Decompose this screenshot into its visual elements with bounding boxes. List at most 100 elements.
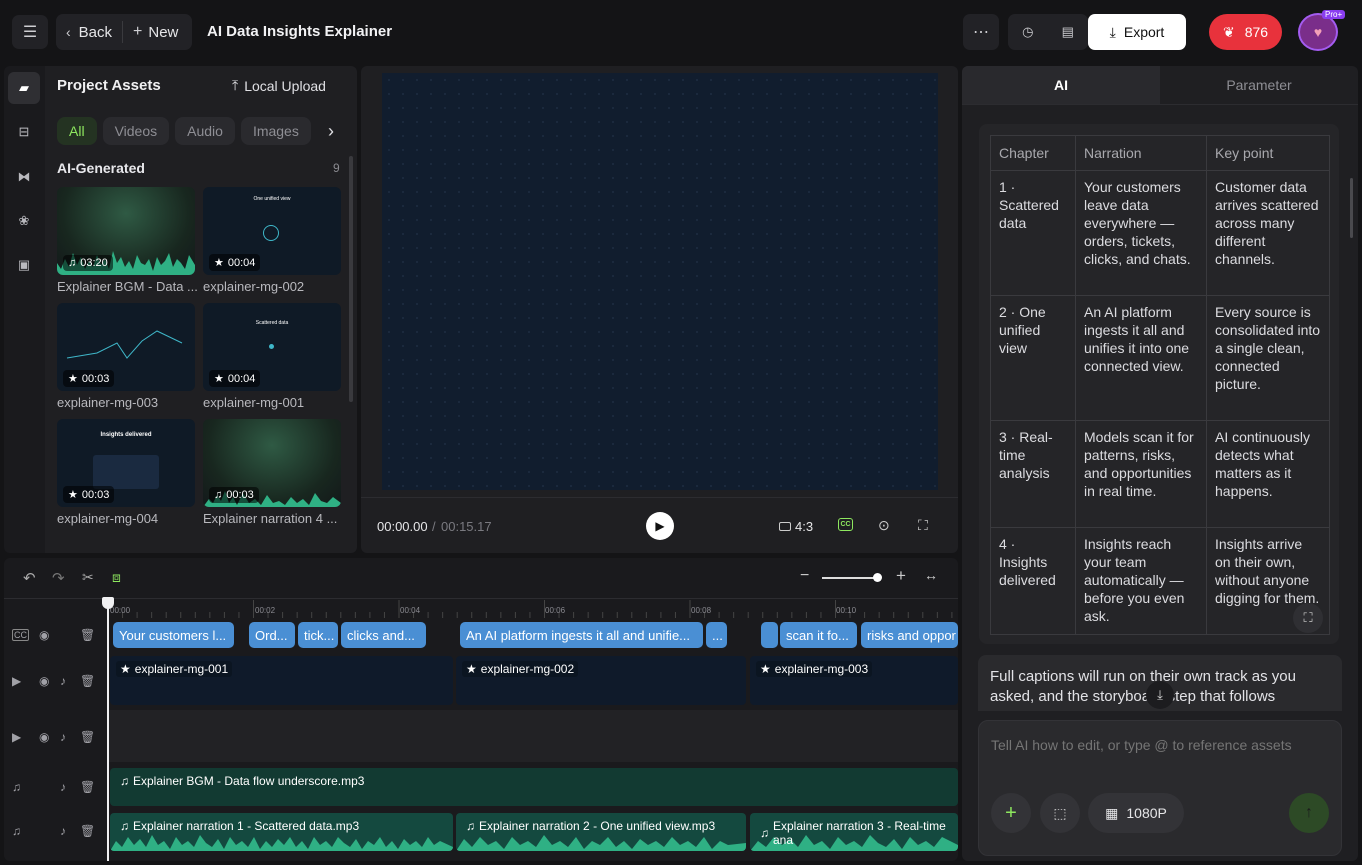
time-separator: / xyxy=(432,519,436,534)
volume-icon[interactable]: ♪ xyxy=(60,780,66,794)
snapshot-icon[interactable]: ⊙ xyxy=(878,517,890,534)
filter-bar: All Videos Audio Images xyxy=(57,117,317,145)
zoom-out-icon[interactable]: − xyxy=(800,567,809,585)
pro-badge: Pro+ xyxy=(1322,10,1346,19)
trash-icon[interactable]: 🗑 xyxy=(80,780,95,794)
select-asset-button[interactable]: ⬚ xyxy=(1040,793,1080,833)
tab-ai[interactable]: AI xyxy=(962,66,1160,104)
waveform xyxy=(456,835,746,851)
caption-clip[interactable]: ... xyxy=(706,622,727,648)
new-button[interactable]: New xyxy=(148,24,178,41)
credits-button[interactable]: ❦ 876 xyxy=(1209,14,1282,50)
narration-clip[interactable]: ♫ Explainer narration 2 - One unified vie… xyxy=(456,813,746,851)
table-header: Narration xyxy=(1075,135,1207,171)
caption-clip[interactable]: clicks and... xyxy=(341,622,426,648)
scrollbar[interactable] xyxy=(349,156,353,402)
chat-scrollbar[interactable] xyxy=(1350,178,1353,238)
inbox-icon[interactable]: ⊟ xyxy=(8,116,40,148)
trash-icon[interactable]: 🗑 xyxy=(80,628,95,642)
volume-icon[interactable]: ♪ xyxy=(60,824,66,838)
redo-icon[interactable]: ↷ xyxy=(52,569,65,587)
add-button[interactable]: + xyxy=(991,793,1031,833)
caption-clip[interactable]: risks and oppor xyxy=(861,622,958,648)
plus-icon[interactable]: + xyxy=(133,23,142,41)
asset-thumb[interactable]: Insights delivered ★ 00:03 xyxy=(57,419,195,507)
project-title: AI Data Insights Explainer xyxy=(207,23,393,40)
caption-clip[interactable]: An AI platform ingests it all and unifie… xyxy=(460,622,703,648)
history-icon[interactable]: ◷ ▤ xyxy=(1008,14,1088,50)
download-icon: ⤓ xyxy=(1109,23,1116,40)
filter-images[interactable]: Images xyxy=(240,117,311,145)
playhead[interactable] xyxy=(107,598,109,861)
volume-icon[interactable]: ♪ xyxy=(60,730,66,744)
text-image-icon[interactable]: ▣ xyxy=(8,249,40,281)
prompt-input[interactable] xyxy=(991,735,1331,755)
snap-icon[interactable]: ⧈ xyxy=(112,569,121,586)
bgm-clip[interactable]: ♫ Explainer BGM - Data flow underscore.mp… xyxy=(110,768,958,806)
expand-icon[interactable]: ⛶ xyxy=(1293,603,1323,633)
video-clip[interactable]: ★ explainer-mg-003 xyxy=(750,656,958,705)
resolution-button[interactable]: ▦ 1080P xyxy=(1088,793,1184,833)
eye-icon[interactable]: ◉ xyxy=(39,674,49,688)
back-button[interactable]: ‹ Back + New xyxy=(56,14,192,50)
eye-icon[interactable]: ◉ xyxy=(39,730,49,744)
music-icon: ♫ xyxy=(120,774,129,788)
zoom-slider[interactable] xyxy=(822,577,878,579)
folder-icon[interactable]: ▰ xyxy=(8,72,40,104)
fit-icon[interactable]: ↔ xyxy=(924,567,938,583)
document-icon[interactable]: ▤ xyxy=(1062,24,1074,40)
narration-clip[interactable]: ♫ Explainer narration 1 - Scattered data.… xyxy=(110,813,453,851)
tab-parameter[interactable]: Parameter xyxy=(1160,66,1358,104)
fullscreen-icon[interactable]: ⛶ xyxy=(918,517,928,534)
sparkle-icon: ★ xyxy=(120,662,131,676)
trash-icon[interactable]: 🗑 xyxy=(80,674,95,688)
asset-thumb[interactable]: ♫ 00:03 xyxy=(203,419,341,507)
trash-icon[interactable]: 🗑 xyxy=(80,730,95,744)
menu-icon[interactable]: ☰ xyxy=(12,15,48,49)
ruler-label: 00:00 xyxy=(110,606,131,615)
filter-all[interactable]: All xyxy=(57,117,97,145)
trash-icon[interactable]: 🗑 xyxy=(80,824,95,838)
zoom-slider-handle[interactable] xyxy=(873,573,882,582)
play-button[interactable]: ▶ xyxy=(646,512,674,540)
scissors-icon[interactable]: ✂ xyxy=(82,569,94,586)
caption-clip[interactable]: tick... xyxy=(298,622,338,648)
caption-clip[interactable]: Your customers l... xyxy=(113,622,234,648)
filter-videos[interactable]: Videos xyxy=(102,117,170,145)
caption-clip[interactable]: scan it fo... xyxy=(780,622,857,648)
export-button[interactable]: ⤓ Export xyxy=(1088,14,1186,50)
caption-clip[interactable] xyxy=(761,622,778,648)
ruler-label: 00:02 xyxy=(255,606,276,615)
cc-icon[interactable]: CC xyxy=(838,518,853,531)
local-upload-button[interactable]: ⤒ Local Upload xyxy=(232,77,326,94)
narration-clip[interactable]: ♫ Explainer narration 3 - Real-time ana xyxy=(750,813,958,851)
eye-icon[interactable]: ◉ xyxy=(39,628,49,642)
zoom-in-icon[interactable]: + xyxy=(896,566,906,586)
caption-clip[interactable]: Ord... xyxy=(249,622,295,648)
effects-icon[interactable]: ❀ xyxy=(8,205,40,237)
asset-thumb[interactable]: Scattered data ★ 00:04 xyxy=(203,303,341,391)
chevron-right-icon[interactable]: › xyxy=(328,121,334,142)
playhead-handle[interactable] xyxy=(102,597,114,609)
undo-icon[interactable]: ↶ xyxy=(23,569,36,587)
asset-thumb[interactable]: ♫ 03:20 xyxy=(57,187,195,275)
asset-thumb[interactable]: ★ 00:03 xyxy=(57,303,195,391)
ruler-label: 00:08 xyxy=(691,606,712,615)
volume-icon[interactable]: ♪ xyxy=(60,674,66,688)
video-clip[interactable]: ★ explainer-mg-002 xyxy=(456,656,746,705)
video-clip[interactable]: ★ explainer-mg-001 xyxy=(110,656,453,705)
asset-label: Explainer narration 4 ... xyxy=(203,511,338,526)
sparkle-icon: ★ xyxy=(214,373,224,385)
send-button[interactable]: ↑ xyxy=(1289,793,1329,833)
asset-thumb[interactable]: One unified view ★ 00:04 xyxy=(203,187,341,275)
more-icon[interactable]: ⋯ xyxy=(963,14,999,50)
aspect-ratio-button[interactable]: 4:3 xyxy=(779,519,813,534)
clock-icon[interactable]: ◷ xyxy=(1022,24,1033,40)
storyboard-table: Chapter Narration Key point 1 · Scattere… xyxy=(990,135,1330,635)
scroll-down-icon[interactable]: ⤓ xyxy=(1146,681,1174,709)
transition-icon[interactable]: ⧓ xyxy=(8,161,40,193)
assets-title: Project Assets xyxy=(57,77,161,94)
filter-audio[interactable]: Audio xyxy=(175,117,235,145)
node-graphic xyxy=(269,344,274,349)
video-canvas[interactable] xyxy=(382,73,938,490)
